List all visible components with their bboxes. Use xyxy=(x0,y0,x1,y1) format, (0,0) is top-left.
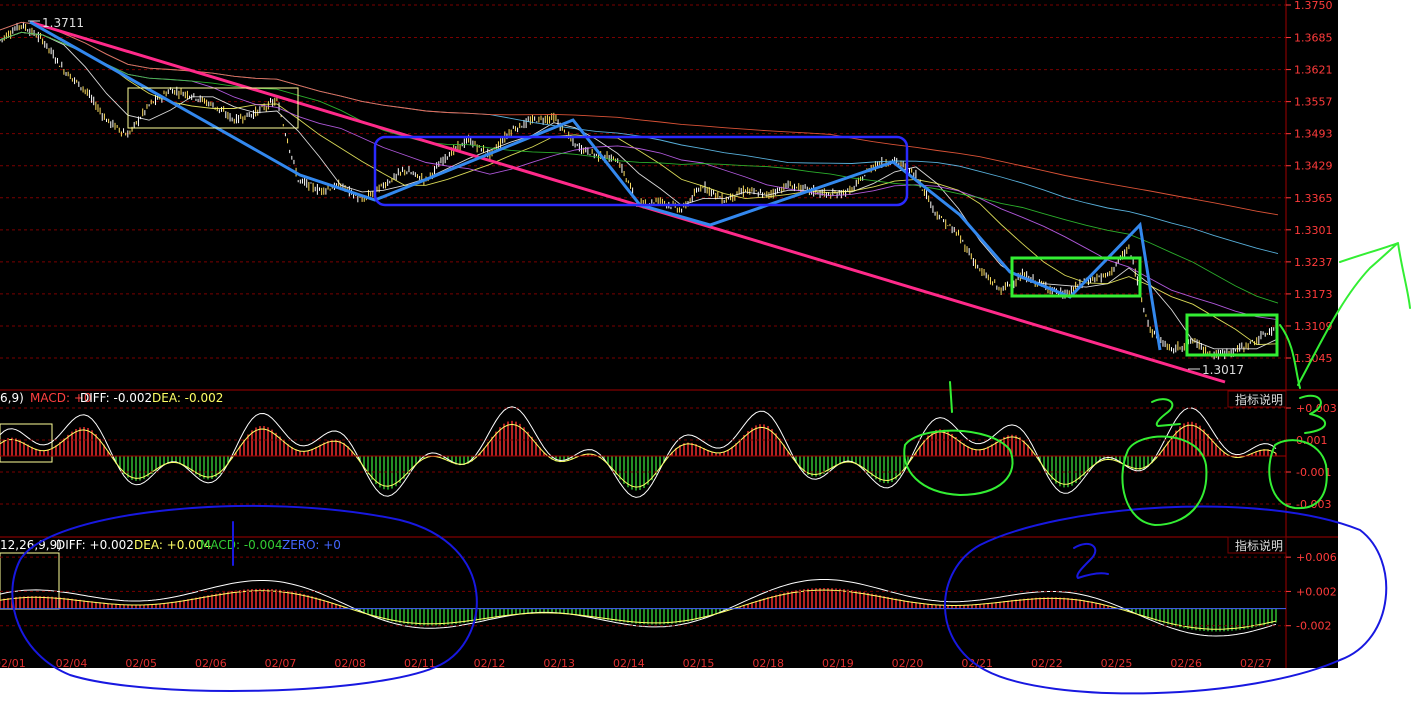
date-axis-label: 02/22 xyxy=(1031,657,1063,670)
macd-upper-diff-value: DIFF: -0.002 xyxy=(80,391,152,405)
date-axis-label: 02/15 xyxy=(683,657,715,670)
indicator-help-button-upper-label: 指标说明 xyxy=(1235,392,1283,407)
date-axis-label: 02/06 xyxy=(195,657,227,670)
price-axis-label: 1.3685 xyxy=(1294,32,1333,45)
outer-bottom-white xyxy=(0,668,1338,704)
price-axis-label: 1.3173 xyxy=(1294,288,1333,301)
date-axis-label: 02/25 xyxy=(1101,657,1133,670)
macd-axis-label: +0.006 xyxy=(1296,551,1337,564)
date-axis-label: 02/12 xyxy=(474,657,506,670)
date-axis-label: 02/08 xyxy=(334,657,366,670)
price-axis-label: 1.3750 xyxy=(1294,0,1333,12)
macd-lower-macd-value: MACD: -0.004 xyxy=(200,538,283,552)
macd-axis-label: -0.002 xyxy=(1296,620,1331,633)
price-axis-label: 1.3621 xyxy=(1294,64,1333,77)
macd-lower-zero-value: ZERO: +0 xyxy=(282,538,341,552)
date-axis-label: 02/19 xyxy=(822,657,854,670)
price-axis-label: 1.3493 xyxy=(1294,128,1333,141)
date-axis-label: 02/26 xyxy=(1170,657,1202,670)
outer-right-white xyxy=(1338,0,1414,704)
date-axis-label: 02/13 xyxy=(543,657,575,670)
macd-upper-dea-value: DEA: -0.002 xyxy=(152,391,223,405)
macd-axis-label: +0.002 xyxy=(1296,585,1337,598)
forex-chart: 1.3711 1.3017 1.3750 1.3685 1.3621 1.3557 1.… xyxy=(0,0,1414,704)
macd-lower-diff-value: DIFF: +0.002 xyxy=(56,538,134,552)
date-axis-label: 02/07 xyxy=(265,657,297,670)
indicator-help-button-lower-label: 指标说明 xyxy=(1235,538,1283,553)
date-axis-label: 02/14 xyxy=(613,657,645,670)
price-axis-label: 1.3557 xyxy=(1294,96,1333,109)
date-axis-label: 02/18 xyxy=(752,657,784,670)
price-axis-label: 1.3365 xyxy=(1294,192,1333,205)
macd-upper-prefix: 6,9) xyxy=(0,391,24,405)
date-axis-label: 02/05 xyxy=(125,657,157,670)
macd-axis-label: +0.003 xyxy=(1296,402,1337,415)
date-axis-label: 02/20 xyxy=(892,657,924,670)
date-axis-label: 02/01 xyxy=(0,657,26,670)
price-axis-label: 1.3237 xyxy=(1294,256,1333,269)
date-axis-label: 02/04 xyxy=(56,657,88,670)
price-axis-label: 1.3301 xyxy=(1294,224,1333,237)
price-axis-label: 1.3429 xyxy=(1294,160,1333,173)
date-axis-label: 02/21 xyxy=(961,657,993,670)
low-price-label: 1.3017 xyxy=(1202,363,1244,377)
date-axis-label: 02/27 xyxy=(1240,657,1272,670)
macd-lower-prefix: 12,26,9,9) xyxy=(0,538,62,552)
high-price-label: 1.3711 xyxy=(42,16,84,30)
